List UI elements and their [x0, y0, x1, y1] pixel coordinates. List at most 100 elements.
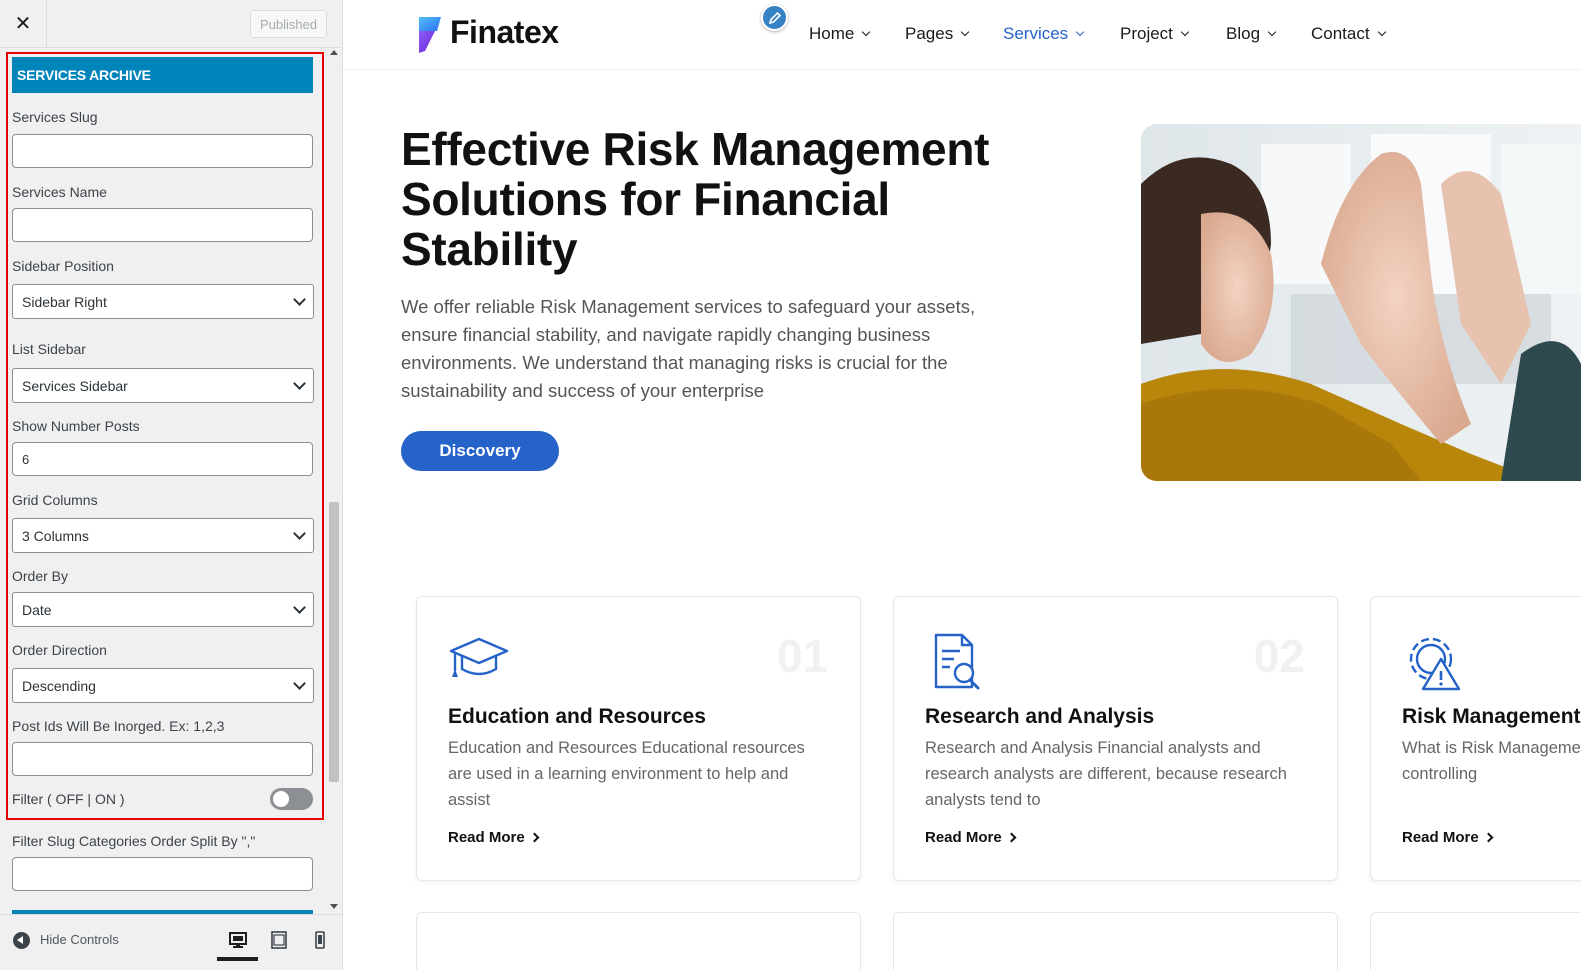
read-more-label: Read More: [1402, 829, 1479, 846]
chevron-right-icon: [1006, 832, 1017, 843]
read-more-link[interactable]: Read More: [925, 829, 1017, 846]
desktop-icon[interactable]: [227, 929, 249, 951]
customizer-panel: ✕ Published SERVICES ARCHIVE Services Sl…: [0, 0, 343, 970]
order-by-label: Order By: [12, 568, 69, 584]
nav-services[interactable]: Services: [1003, 24, 1085, 44]
chevron-down-icon: [862, 27, 871, 37]
nav-label: Pages: [905, 24, 954, 43]
site-preview: Finatex Home Pages Services Project Blog…: [343, 0, 1581, 970]
chevron-right-icon: [1483, 832, 1494, 843]
collapse-arrow-icon[interactable]: [13, 932, 30, 949]
grid-columns-value: 3 Columns: [22, 527, 89, 544]
order-by-select[interactable]: Date: [12, 592, 314, 627]
scrollbar[interactable]: [327, 48, 341, 914]
nav-project[interactable]: Project: [1120, 24, 1190, 44]
nav-label: Services: [1003, 24, 1069, 43]
service-card[interactable]: [893, 912, 1338, 970]
sidebar-position-select[interactable]: Sidebar Right: [12, 284, 314, 319]
read-more-link[interactable]: Read More: [1402, 829, 1494, 846]
card-title[interactable]: Education and Resources: [448, 705, 706, 729]
discovery-button[interactable]: Discovery: [401, 431, 559, 471]
edit-pencil-icon[interactable]: [761, 4, 788, 31]
chevron-down-icon: [1180, 27, 1190, 37]
service-card[interactable]: [416, 912, 861, 970]
service-card[interactable]: 01 Education and Resources Education and…: [416, 596, 861, 881]
card-title[interactable]: Risk Management: [1402, 705, 1581, 729]
card-title[interactable]: Research and Analysis: [925, 705, 1154, 729]
read-more-label: Read More: [448, 829, 525, 846]
hero-image: [1141, 124, 1581, 481]
grid-columns-select[interactable]: 3 Columns: [12, 518, 314, 553]
scroll-up-icon[interactable]: [330, 50, 338, 55]
tablet-icon[interactable]: [268, 929, 290, 951]
customizer-header: ✕ Published: [0, 0, 342, 48]
services-name-label: Services Name: [12, 184, 107, 200]
chevron-right-icon: [529, 832, 540, 843]
chevron-down-icon: [293, 677, 306, 690]
chevron-down-icon: [293, 527, 306, 540]
order-direction-value: Descending: [22, 677, 96, 694]
filter-toggle[interactable]: [270, 788, 313, 810]
chevron-down-icon: [1075, 27, 1085, 37]
services-slug-input[interactable]: [12, 134, 313, 168]
scrollbar-thumb[interactable]: [329, 502, 339, 782]
show-number-posts-label: Show Number Posts: [12, 418, 140, 434]
publish-button[interactable]: Published: [250, 10, 327, 38]
mobile-icon[interactable]: [309, 929, 331, 951]
services-name-input[interactable]: [12, 208, 313, 242]
sidebar-position-label: Sidebar Position: [12, 258, 114, 274]
service-card[interactable]: 02 Research and Analysis Research and An…: [893, 596, 1338, 881]
nav-home[interactable]: Home: [809, 24, 871, 44]
close-icon[interactable]: ✕: [0, 0, 47, 47]
card-number: 02: [1253, 630, 1305, 682]
post-ids-label: Post Ids Will Be Inorged. Ex: 1,2,3: [12, 718, 225, 734]
grid-columns-label: Grid Columns: [12, 492, 98, 508]
filter-slug-label: Filter Slug Categories Order Split By ",…: [12, 833, 256, 849]
card-description: Research and Analysis Financial analysts…: [925, 739, 1287, 809]
chevron-down-icon: [293, 293, 306, 306]
chevron-down-icon: [293, 601, 306, 614]
post-ids-input[interactable]: [12, 742, 313, 776]
chevron-down-icon: [293, 377, 306, 390]
service-card[interactable]: [1370, 912, 1581, 970]
scroll-down-icon[interactable]: [330, 904, 338, 909]
hide-controls-button[interactable]: Hide Controls: [40, 932, 119, 947]
card-description: Education and Resources Educational reso…: [448, 739, 805, 809]
show-number-posts-input[interactable]: 6: [12, 442, 313, 476]
order-by-value: Date: [22, 601, 52, 618]
read-more-link[interactable]: Read More: [448, 829, 540, 846]
gear-warning-icon: [1409, 637, 1461, 691]
hero-title: Effective Risk Management Solutions for …: [401, 123, 990, 275]
hero-description: We offer reliable Risk Management servic…: [401, 296, 976, 401]
list-sidebar-select[interactable]: Services Sidebar: [12, 368, 314, 403]
services-slug-label: Services Slug: [12, 109, 98, 125]
sidebar-position-value: Sidebar Right: [22, 293, 107, 310]
nav-label: Blog: [1226, 24, 1261, 43]
graduation-cap-icon: [449, 637, 509, 677]
customizer-footer: Hide Controls: [0, 914, 342, 970]
order-direction-select[interactable]: Descending: [12, 668, 314, 703]
card-number: 01: [776, 630, 828, 682]
filter-slug-input[interactable]: [12, 857, 313, 891]
chevron-down-icon: [960, 27, 970, 37]
nav-pages[interactable]: Pages: [905, 24, 970, 44]
toggle-knob: [273, 791, 289, 807]
chevron-down-icon: [1267, 27, 1277, 37]
nav-label: Home: [809, 24, 855, 43]
customizer-controls: SERVICES ARCHIVE Services Slug Services …: [0, 48, 342, 914]
service-card[interactable]: 03 Risk Management What is Risk Manageme…: [1370, 596, 1581, 881]
section-title: SERVICES ARCHIVE: [12, 57, 313, 93]
nav-label: Contact: [1311, 24, 1370, 43]
order-direction-label: Order Direction: [12, 642, 107, 658]
nav-contact[interactable]: Contact: [1311, 24, 1386, 44]
list-sidebar-label: List Sidebar: [12, 341, 86, 357]
nav-blog[interactable]: Blog: [1226, 24, 1277, 44]
logo-icon[interactable]: [417, 15, 443, 55]
chevron-down-icon: [1377, 27, 1386, 37]
read-more-label: Read More: [925, 829, 1002, 846]
filter-label: Filter ( OFF | ON ): [12, 791, 125, 807]
nav-label: Project: [1120, 24, 1173, 43]
site-logo-text[interactable]: Finatex: [450, 14, 559, 51]
active-device-indicator: [217, 957, 258, 961]
list-sidebar-value: Services Sidebar: [22, 377, 128, 394]
